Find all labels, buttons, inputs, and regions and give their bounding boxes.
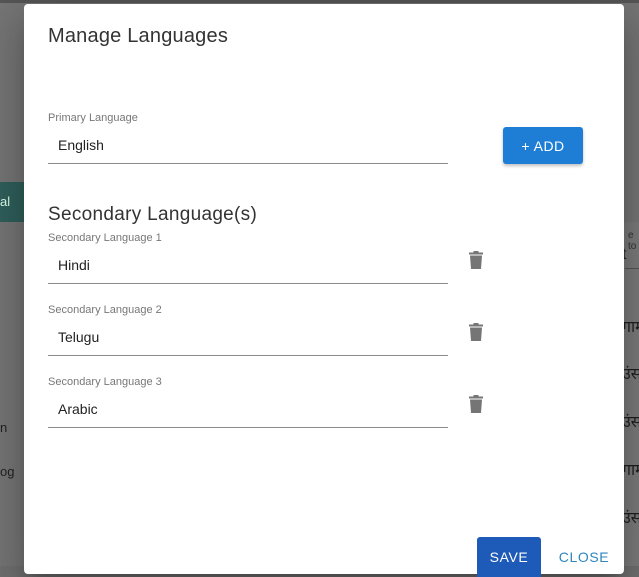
background-left-text: n (0, 420, 8, 435)
background-right-text: उंस (622, 366, 639, 383)
secondary-language-3-label: Secondary Language 3 (48, 376, 162, 388)
manage-languages-dialog: Manage Languages Primary Language Englis… (24, 4, 624, 577)
secondary-language-2-label: Secondary Language 2 (48, 304, 162, 316)
secondary-language-1-field[interactable]: Secondary Language 1 Hindi (48, 232, 448, 284)
secondary-language-3-input[interactable]: Arabic (48, 388, 448, 428)
delete-language-2-button[interactable] (465, 320, 487, 344)
add-language-button[interactable]: + ADD (503, 127, 583, 164)
background-right-text: गाम (622, 319, 639, 336)
delete-language-1-button[interactable] (465, 248, 487, 272)
background-left-text: og (0, 464, 15, 479)
background-tab-text: al (0, 194, 11, 209)
background-tab: al (0, 182, 26, 222)
delete-language-3-button[interactable] (465, 392, 487, 416)
close-button[interactable]: CLOSE (551, 544, 617, 570)
save-button[interactable]: SAVE (477, 537, 541, 577)
secondary-languages-title: Secondary Language(s) (48, 204, 258, 225)
trash-icon (469, 323, 483, 341)
background-topbar (0, 0, 639, 3)
primary-language-input[interactable]: English (48, 124, 448, 164)
background-right-underline (625, 268, 639, 269)
background-right-text: उंस (622, 510, 639, 527)
primary-language-label: Primary Language (48, 112, 138, 124)
dialog-title: Manage Languages (48, 25, 229, 47)
secondary-language-1-input[interactable]: Hindi (48, 244, 448, 284)
background-right-label: e to (628, 230, 637, 252)
trash-icon (469, 251, 483, 269)
background-right-text: उंस (622, 414, 639, 431)
secondary-language-3-field[interactable]: Secondary Language 3 Arabic (48, 376, 448, 428)
secondary-language-2-input[interactable]: Telugu (48, 316, 448, 356)
primary-language-field[interactable]: Primary Language English (48, 112, 448, 164)
secondary-language-2-field[interactable]: Secondary Language 2 Telugu (48, 304, 448, 356)
secondary-language-1-label: Secondary Language 1 (48, 232, 162, 244)
background-right-text: गाम (622, 462, 639, 479)
trash-icon (469, 395, 483, 413)
